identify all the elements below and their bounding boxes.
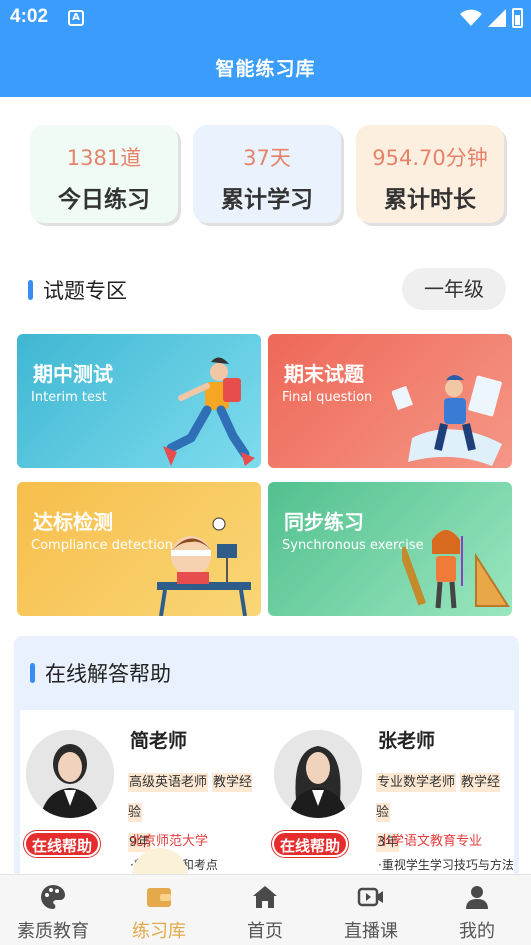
- wifi-icon: [460, 9, 482, 26]
- online-help-button[interactable]: 在线帮助: [24, 831, 100, 857]
- user-icon: [466, 886, 488, 909]
- stat-total-duration[interactable]: 954.70分钟 累计时长: [356, 125, 504, 223]
- stat-value: 954.70分钟: [372, 146, 488, 170]
- teacher-title-tag: 高级英语老师: [128, 773, 209, 792]
- signal-icon: [488, 9, 506, 27]
- section-accent-bar: [30, 663, 35, 683]
- avatar: [274, 730, 362, 818]
- online-help-button[interactable]: 在线帮助: [272, 831, 348, 857]
- nav-item-quality-education[interactable]: 素质教育: [0, 875, 106, 945]
- page-title: 智能练习库: [215, 58, 316, 80]
- grade-selector[interactable]: 一年级: [402, 268, 506, 310]
- video-icon: [357, 887, 383, 907]
- practice-library-page: 4:02 A 智能练习库 1381道 今日练习 37天 累计学习 954.70分…: [0, 0, 531, 945]
- card-compliance-detection[interactable]: 达标检测 Compliance detection: [17, 482, 261, 616]
- card-title: 期中测试: [33, 362, 113, 386]
- wallet-icon: [147, 888, 171, 907]
- stat-value: 1381道: [66, 146, 142, 170]
- app-header: 4:02 A 智能练习库: [0, 0, 531, 97]
- teacher-title-tag: 专业数学老师: [376, 773, 457, 792]
- card-final-exam[interactable]: 期末试题 Final question: [268, 334, 512, 468]
- nav-item-live-course[interactable]: 直播课: [318, 875, 424, 945]
- stat-label: 累计时长: [384, 187, 476, 213]
- teacher-school: 小学语文教育专业: [378, 834, 483, 849]
- stat-label: 今日练习: [58, 187, 150, 213]
- nav-label: 练习库: [132, 921, 186, 942]
- card-title: 达标检测: [33, 510, 113, 534]
- teacher-description: ·重视学生学习技巧与方法: [378, 858, 514, 872]
- section-title: 试题专区: [43, 279, 127, 303]
- palette-icon: [41, 885, 66, 909]
- status-time: 4:02: [10, 6, 49, 27]
- teacher-photo: [26, 730, 114, 818]
- nav-item-mine[interactable]: 我的: [424, 875, 530, 945]
- studying-boy-illustration: [157, 517, 251, 616]
- nav-item-practice-library[interactable]: 练习库: [106, 875, 212, 945]
- card-subtitle: Interim test: [31, 390, 107, 405]
- nav-label: 直播课: [344, 921, 398, 942]
- student-with-papers-illustration: [392, 375, 502, 466]
- battery-icon: [512, 8, 523, 28]
- teacher-photo: [274, 730, 362, 818]
- card-title: 期末试题: [284, 362, 364, 386]
- bottom-nav: 素质教育 练习库 首页 直播课 我的: [0, 874, 531, 945]
- card-title: 同步练习: [284, 510, 364, 534]
- status-bar: 4:02 A: [0, 0, 531, 36]
- card-subtitle: Final question: [282, 390, 373, 405]
- teacher-name: 简老师: [130, 730, 188, 752]
- notification-app-icon: A: [68, 10, 84, 26]
- stat-label: 累计学习: [221, 187, 313, 213]
- avatar: [26, 730, 114, 818]
- teacher-name: 张老师: [378, 730, 436, 752]
- section-accent-bar: [28, 280, 33, 300]
- card-midterm-test[interactable]: 期中测试 Interim test: [17, 334, 261, 468]
- status-icons: [460, 8, 523, 28]
- card-synchronous-exercise[interactable]: 同步练习 Synchronous exercise: [268, 482, 512, 616]
- stat-value: 37天: [243, 146, 291, 170]
- online-help-heading: 在线解答帮助: [30, 658, 171, 688]
- teacher-school: 北京师范大学: [130, 834, 209, 849]
- nav-item-home[interactable]: 首页: [212, 875, 318, 945]
- stat-today-practice[interactable]: 1381道 今日练习: [30, 125, 178, 223]
- nav-label: 首页: [247, 921, 283, 942]
- girl-with-ruler-illustration: [402, 530, 510, 609]
- stat-total-study-days[interactable]: 37天 累计学习: [193, 125, 341, 223]
- home-icon: [253, 886, 277, 908]
- nav-label: 素质教育: [17, 921, 89, 942]
- question-zone-heading: 试题专区: [28, 276, 127, 304]
- stats-row: 1381道 今日练习 37天 累计学习 954.70分钟 累计时长: [30, 125, 510, 225]
- section-title: 在线解答帮助: [45, 662, 171, 686]
- running-student-illustration: [163, 357, 255, 466]
- nav-label: 我的: [459, 921, 495, 942]
